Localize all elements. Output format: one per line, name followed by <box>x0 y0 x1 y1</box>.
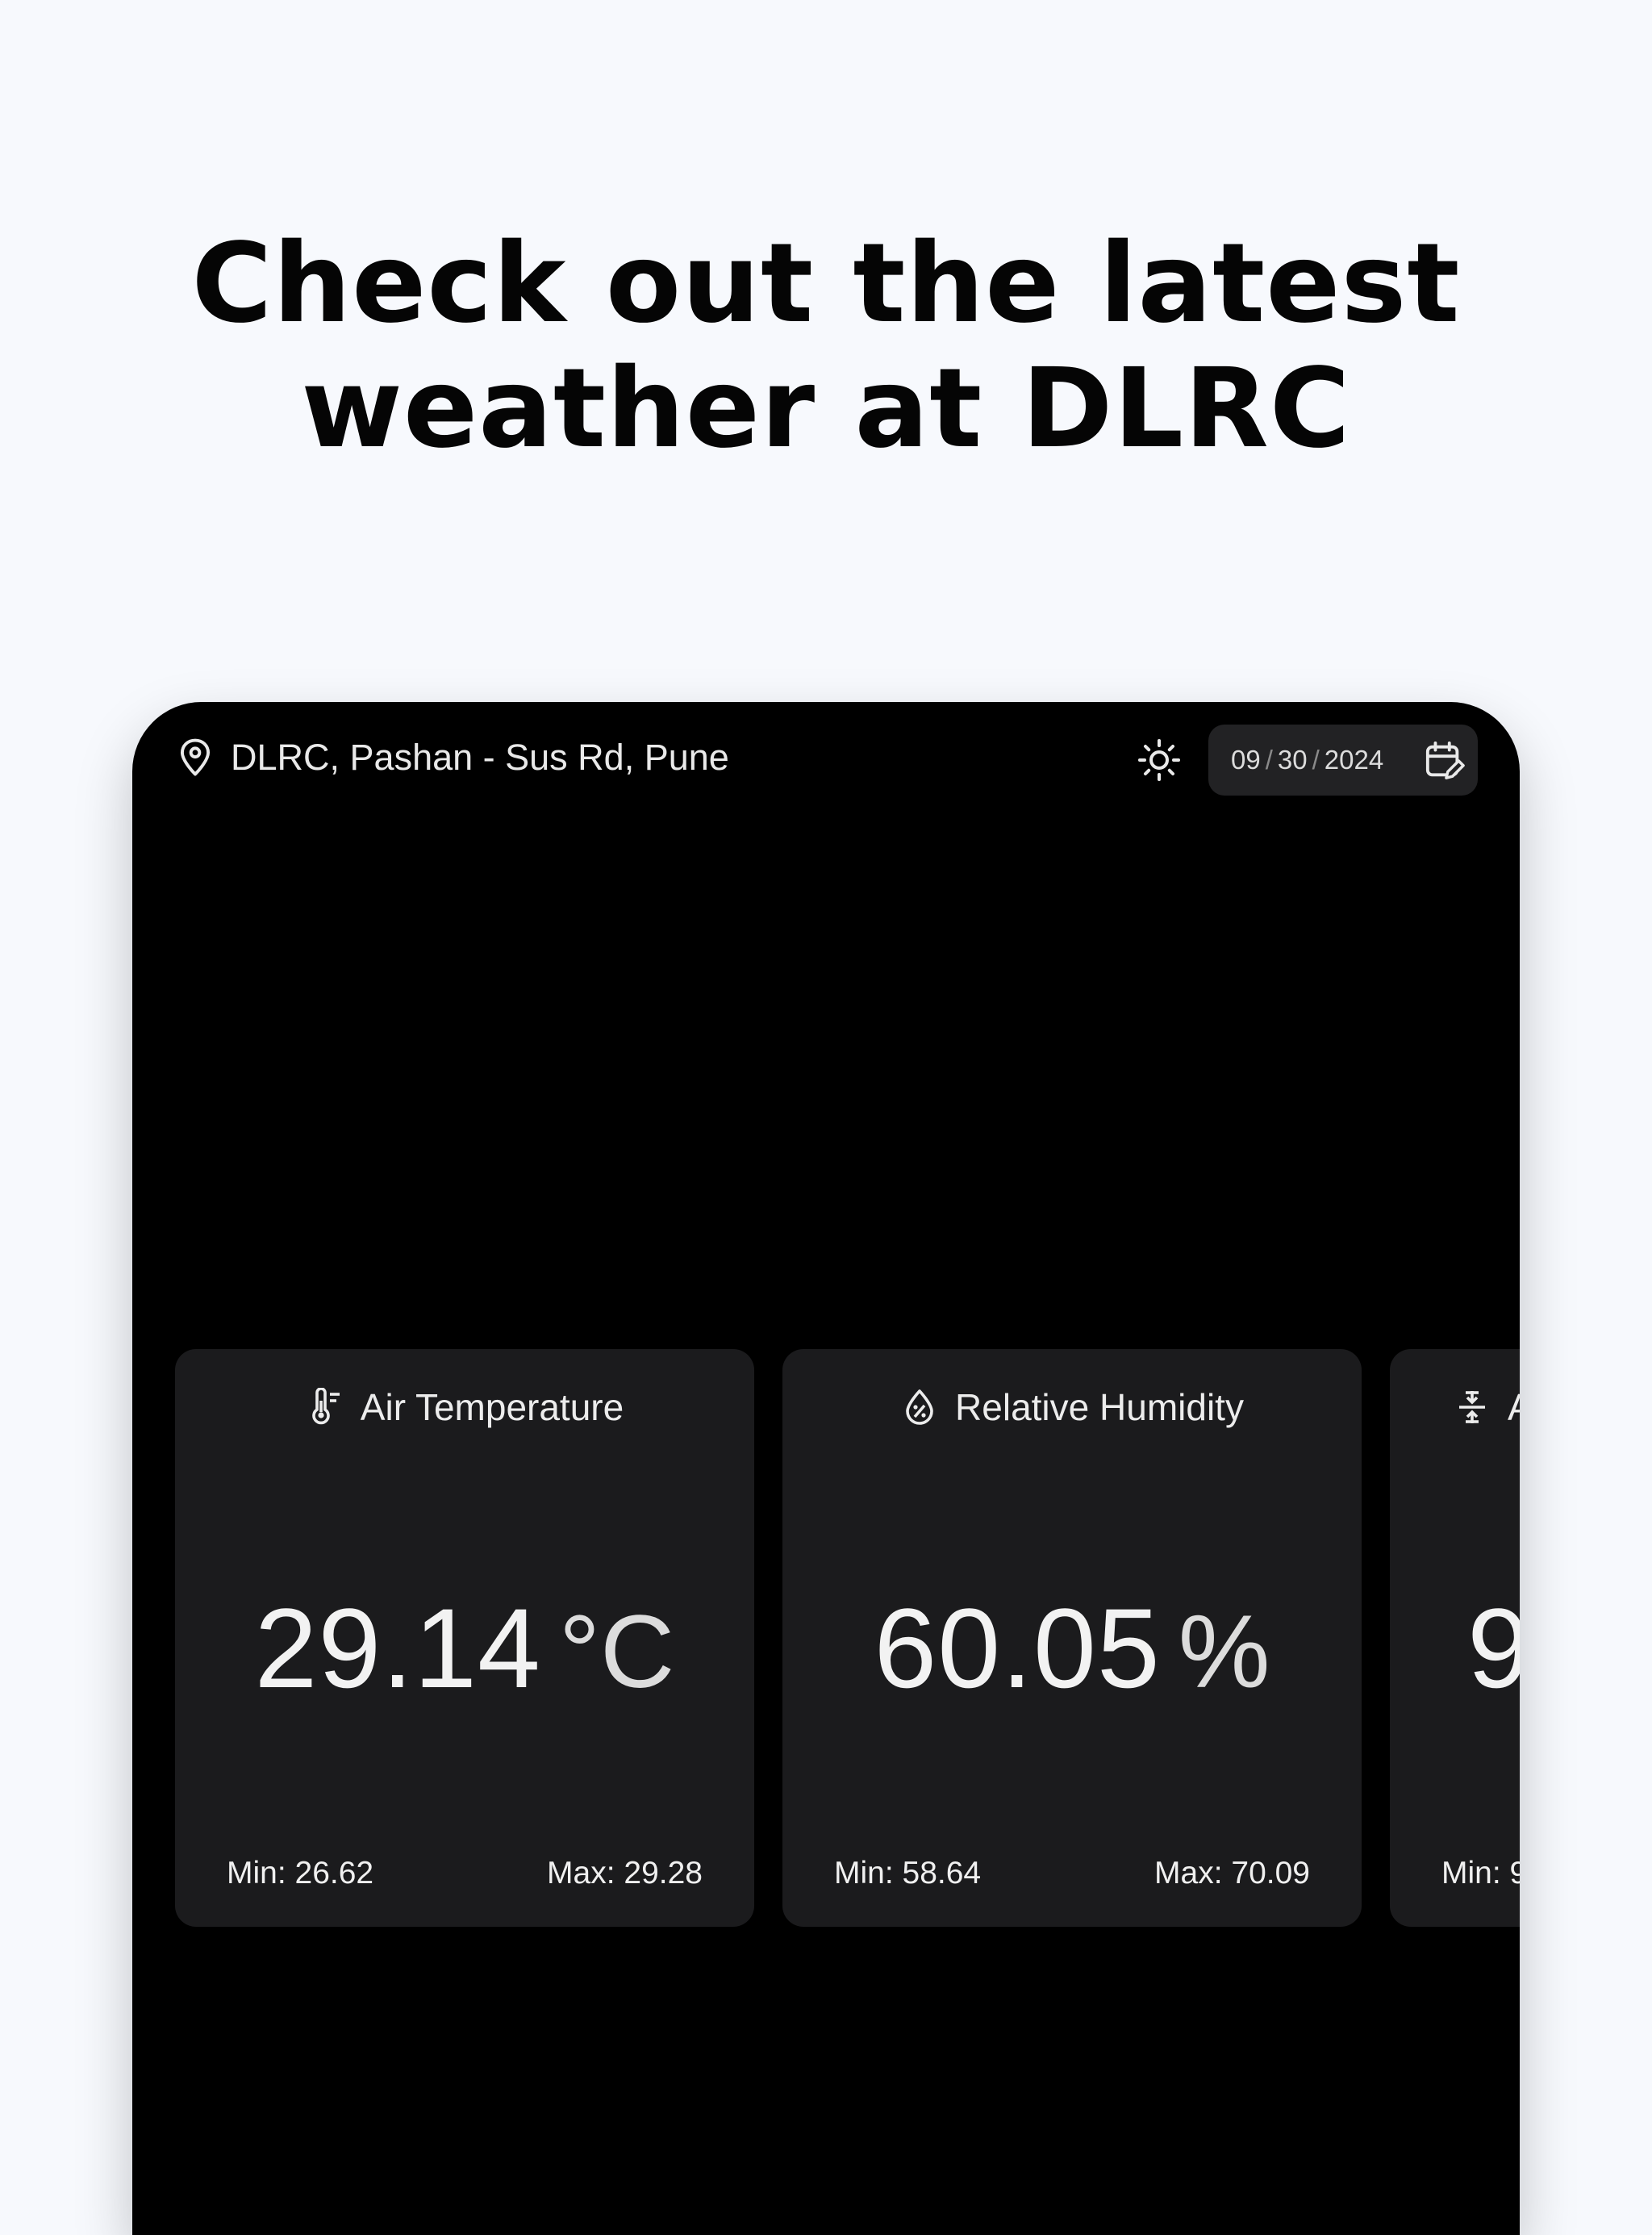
sun-icon[interactable] <box>1137 737 1182 783</box>
thermometer-icon <box>312 1388 340 1425</box>
min-max-row: Min: 58.64 Max: 70.09 <box>834 1856 1310 1891</box>
card-title-label: Air Temperature <box>360 1386 624 1428</box>
min-max-row: Min: 26.62 Max: 29.28 <box>227 1856 703 1891</box>
min-max-row: Min: 9 <box>1441 1856 1520 1891</box>
headline-line-2: weather at DLRC <box>301 345 1351 473</box>
reading-value: 29.14 °C <box>175 1583 754 1714</box>
card-title-label: Relative Humidity <box>955 1386 1244 1428</box>
date-month: 09 <box>1231 745 1261 775</box>
value-number: 29.14 <box>254 1585 541 1711</box>
reading-value: 9 <box>1390 1583 1520 1714</box>
value-unit: °C <box>558 1594 675 1710</box>
headline-line-1: Check out the latest <box>191 220 1461 348</box>
min-value: Min: 26.62 <box>227 1856 374 1890</box>
date-picker[interactable]: 09 / 30 / 2024 <box>1208 725 1478 796</box>
value-number: 9 <box>1467 1585 1520 1711</box>
top-bar: DLRC, Pashan - Sus Rd, Pune 09 / 30 / 20… <box>132 702 1520 823</box>
humidity-drop-icon <box>906 1389 933 1425</box>
min-value: Min: 58.64 <box>834 1856 982 1890</box>
location[interactable]: DLRC, Pashan - Sus Rd, Pune <box>177 737 729 778</box>
pressure-card[interactable]: A 9 Min: 9 <box>1390 1349 1520 1927</box>
date-day: 30 <box>1277 745 1308 775</box>
relative-humidity-card[interactable]: Relative Humidity 60.05 % Min: 58.64 Max… <box>782 1349 1362 1927</box>
location-label: DLRC, Pashan - Sus Rd, Pune <box>231 737 729 778</box>
page-headline: Check out the latest weather at DLRC <box>0 222 1652 472</box>
device-screen: DLRC, Pashan - Sus Rd, Pune 09 / 30 / 20… <box>132 702 1520 2235</box>
card-title-label: A <box>1508 1385 1520 1429</box>
date-value: 09 / 30 / 2024 <box>1231 745 1383 775</box>
min-value: Min: 9 <box>1441 1856 1520 1890</box>
card-title: A <box>1390 1383 1520 1431</box>
card-title: Relative Humidity <box>782 1383 1362 1431</box>
value-number: 60.05 <box>874 1585 1161 1711</box>
map-pin-icon <box>180 738 211 776</box>
air-temperature-card[interactable]: Air Temperature 29.14 °C Min: 26.62 Max:… <box>175 1349 754 1927</box>
max-value: Max: 29.28 <box>547 1856 703 1890</box>
card-title: Air Temperature <box>175 1383 754 1431</box>
value-unit: % <box>1178 1594 1270 1710</box>
calendar-edit-icon[interactable] <box>1425 741 1465 781</box>
date-separator: / <box>1265 745 1273 775</box>
date-year: 2024 <box>1324 745 1384 775</box>
date-separator: / <box>1312 745 1320 775</box>
reading-value: 60.05 % <box>782 1583 1362 1714</box>
pressure-icon <box>1459 1391 1485 1423</box>
max-value: Max: 70.09 <box>1154 1856 1310 1890</box>
